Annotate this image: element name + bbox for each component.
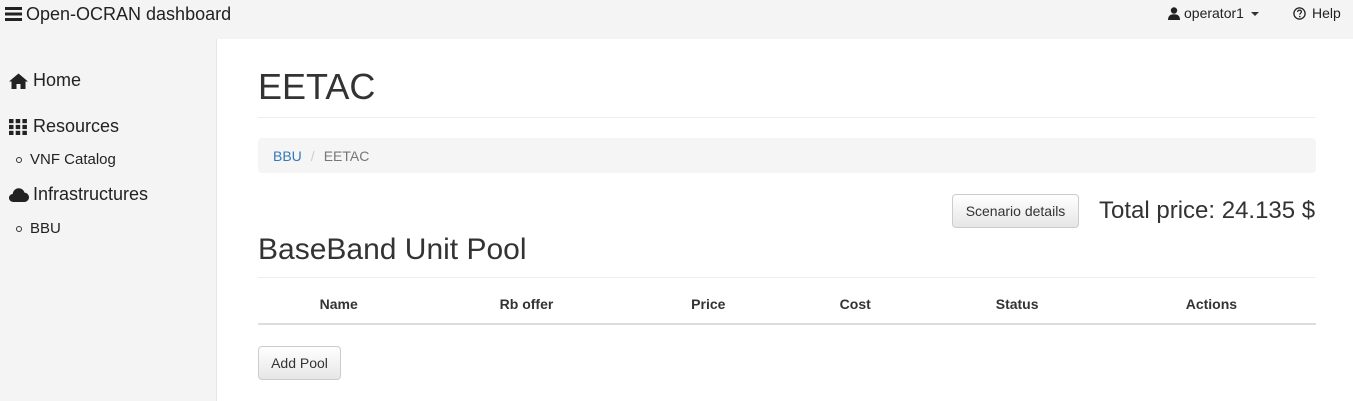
sidebar-item-home[interactable]: Home (9, 70, 81, 91)
sidebar-item-label: Resources (33, 116, 120, 136)
sidebar-item-label: VNF Catalog (30, 151, 116, 168)
sidebar-item-label: BBU (30, 220, 61, 237)
sidebar-item-bbu[interactable]: BBU (16, 220, 61, 237)
divider (258, 117, 1316, 118)
user-menu-dropdown[interactable]: operator1 (1168, 5, 1259, 21)
hamburger-icon (5, 6, 22, 22)
section-title: BaseBand Unit Pool (258, 233, 527, 266)
user-name: operator1 (1184, 5, 1244, 21)
scenario-details-button[interactable]: Scenario details (952, 194, 1079, 228)
grid-icon (9, 118, 27, 135)
pool-table: Name Rb offer Price Cost Status Actions (258, 286, 1316, 325)
help-label: Help (1312, 5, 1341, 21)
brand[interactable]: Open-OCRAN dashboard (5, 4, 231, 24)
bullet-icon (16, 156, 22, 163)
home-icon (9, 73, 28, 89)
cloud-icon (9, 187, 29, 202)
breadcrumb-separator: / (310, 147, 315, 164)
column-header-price: Price (691, 296, 726, 312)
column-header-rb-offer: Rb offer (499, 296, 554, 312)
sidebar-item-resources[interactable]: Resources (9, 116, 119, 137)
breadcrumb-current: EETAC (323, 147, 370, 164)
brand-title: Open-OCRAN dashboard (26, 4, 232, 24)
help-link[interactable]: Help (1293, 5, 1341, 21)
sidebar: Home Resources VNF Catalog Infrastructur… (0, 39, 217, 401)
page-title: EETAC (258, 66, 376, 107)
table-header: Name Rb offer Price Cost Status Actions (258, 286, 1316, 325)
sidebar-item-vnf-catalog[interactable]: VNF Catalog (16, 151, 116, 168)
breadcrumb: BBU / EETAC (258, 138, 1316, 173)
sidebar-item-label: Home (33, 70, 82, 90)
column-header-cost: Cost (839, 296, 871, 312)
chevron-down-icon (1250, 12, 1259, 16)
add-pool-button[interactable]: Add Pool (258, 346, 341, 380)
sidebar-item-label: Infrastructures (33, 184, 149, 204)
column-header-status: Status (995, 296, 1039, 312)
column-header-actions: Actions (1185, 296, 1238, 312)
total-price: Total price: 24.135 $ (1099, 197, 1316, 224)
breadcrumb-link-bbu[interactable]: BBU (273, 148, 302, 164)
column-header-name: Name (319, 296, 358, 312)
user-icon (1168, 6, 1180, 20)
question-circle-icon (1293, 6, 1306, 20)
sidebar-item-infrastructures[interactable]: Infrastructures (9, 184, 148, 205)
divider (258, 277, 1316, 278)
top-navbar: Open-OCRAN dashboard operator1 Help (0, 0, 1353, 39)
bullet-icon (16, 225, 22, 232)
